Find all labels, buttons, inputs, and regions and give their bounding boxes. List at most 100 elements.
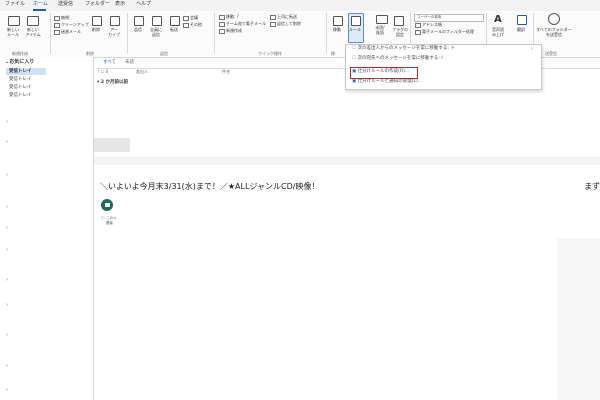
message-subject: ＼いよいよ今月末3/31(水)まで！／★ALLジャンルCD/映像！ <box>100 182 320 191</box>
message-placeholder <box>94 138 130 152</box>
filter-email-button[interactable]: 電子メールのフィルター処理 <box>415 29 474 35</box>
quickstep-icon <box>219 14 225 20</box>
read-aloud-button[interactable]: 音声読 み上げ <box>488 27 508 37</box>
reply-icon <box>134 16 144 26</box>
column-from[interactable]: 差出人 <box>136 69 148 75</box>
categorize-button[interactable] <box>394 16 404 26</box>
move-button[interactable]: 移動 <box>329 27 345 32</box>
folder-item-inbox[interactable]: 受信トレイ <box>9 69 32 75</box>
delete-icon <box>92 16 102 26</box>
unread-read-button[interactable]: 未読/ 既読 <box>368 25 392 35</box>
ribbon-separator <box>214 13 215 54</box>
chevron-right-icon[interactable]: › <box>6 277 8 283</box>
folder-item-inbox[interactable]: 受信トレイ <box>9 85 32 91</box>
column-subject[interactable]: 件名 <box>222 69 230 75</box>
quickstep-icon <box>219 28 225 34</box>
menu-item-create-rule[interactable]: ▣ 仕分けルールの作成(R)... <box>352 69 409 75</box>
chevron-right-icon[interactable]: › <box>6 332 8 338</box>
quickstep-new[interactable]: 新規作成 <box>219 28 242 34</box>
quickstep-reply-delete[interactable]: 返信して削除 <box>270 21 301 27</box>
quickstep-icon <box>270 14 276 20</box>
forward-button[interactable]: 転送 <box>166 27 182 32</box>
tab-home[interactable]: ホーム <box>33 1 48 8</box>
chevron-right-icon[interactable]: › <box>6 225 8 231</box>
new-item-icon <box>27 16 39 26</box>
chevron-right-icon[interactable]: › <box>6 247 8 253</box>
ribbon-separator <box>326 13 327 54</box>
tab-file[interactable]: ファイル <box>5 1 25 8</box>
chevron-right-icon[interactable]: › <box>6 302 8 308</box>
folder-item-inbox[interactable]: 受信トレイ <box>9 93 32 99</box>
tab-view[interactable]: 表示 <box>115 1 125 8</box>
junk-button[interactable]: 迷惑メール <box>54 29 81 35</box>
chevron-right-icon[interactable]: › <box>6 204 8 210</box>
info-icon: ⓘ <box>101 216 105 220</box>
filter-icon <box>415 29 421 35</box>
quickstep-icon <box>270 21 276 27</box>
archive-icon <box>110 16 120 26</box>
column-icons: ! ☐ 0 <box>98 69 109 74</box>
favorites-header[interactable]: ⌄お気に入り <box>5 59 34 65</box>
reply-all-button[interactable]: 全員に 返信 <box>147 27 165 37</box>
quickstep-forward-manager[interactable]: 上司に転送 <box>270 14 297 20</box>
reading-pane-side <box>557 238 600 400</box>
tab-folder[interactable]: フォルダー <box>85 1 110 8</box>
info-text-2: 基者 <box>106 221 113 225</box>
meeting-icon <box>183 15 189 21</box>
chevron-right-icon[interactable]: › <box>6 172 8 178</box>
avatar-icon <box>104 203 110 207</box>
menu-item-move-to-recipient[interactable]: ☐ 次の宛先へのメッセージを常に移動する: I <box>352 56 443 62</box>
ignore-button[interactable]: 無視 <box>54 15 69 21</box>
junk-icon <box>54 29 60 35</box>
quickstep-move[interactable]: 移動: ? <box>219 14 239 20</box>
rules-button[interactable]: ルール <box>346 27 364 32</box>
reply-button[interactable]: 返信 <box>130 27 146 32</box>
quickstep-icon <box>219 21 225 27</box>
rules-dropdown-menu: ☐ 次の差出人からのメッセージを常に移動する: ト › ☐ 次の宛先へのメッセー… <box>345 44 542 90</box>
read-aloud-icon: A <box>494 14 502 25</box>
delete-button[interactable]: 削除 <box>88 27 104 32</box>
move-icon <box>333 16 343 26</box>
cleanup-icon <box>54 22 60 28</box>
send-receive-all-button[interactable]: すべてのフォルダー を送受信 <box>535 27 573 37</box>
ribbon-separator <box>50 13 51 54</box>
new-item-button[interactable]: 新しい アイテム <box>22 27 44 37</box>
cleanup-button[interactable]: クリーンアップ <box>54 22 89 28</box>
ignore-icon <box>54 15 60 21</box>
translate-icon <box>517 15 527 25</box>
archive-button[interactable]: アー カイブ <box>105 27 123 37</box>
chevron-right-icon[interactable]: › <box>6 119 8 125</box>
message-subject-overflow: まずに <box>584 182 600 191</box>
chevron-right-icon[interactable]: › <box>6 139 8 145</box>
followup-button[interactable]: フラグの 設定 <box>390 27 410 37</box>
send-receive-icon <box>548 13 560 25</box>
more-respond-button[interactable]: その他 <box>183 22 202 28</box>
filter-unread-tab[interactable]: 未読 <box>125 59 134 65</box>
unread-read-icon <box>376 15 388 24</box>
folder-item-inbox[interactable]: 受信トレイ <box>9 77 32 83</box>
chevron-right-icon[interactable]: › <box>6 387 8 393</box>
chevron-right-icon[interactable]: › <box>6 363 8 369</box>
ribbon-tab-bar: ファイル ホーム 送受信 フォルダー 表示 ヘルプ <box>0 0 600 11</box>
reading-pane-header-band <box>94 157 600 165</box>
reply-all-icon <box>152 16 162 26</box>
quickstep-team-email[interactable]: チーム宛て電子メール <box>219 21 266 27</box>
folder-pane: ⌄お気に入り 受信トレイ 受信トレイ 受信トレイ 受信トレイ › › › › ›… <box>0 57 94 400</box>
search-people-input[interactable]: ユーザーの検索 <box>414 14 484 22</box>
new-mail-icon <box>8 16 20 26</box>
translate-button[interactable]: 翻訳 <box>512 27 530 32</box>
tab-help[interactable]: ヘルプ <box>136 1 151 8</box>
new-mail-button[interactable]: 新しい メール <box>3 27 23 37</box>
more-icon <box>183 22 189 28</box>
filter-all-tab[interactable]: すべて <box>103 59 116 65</box>
ribbon-separator <box>127 13 128 54</box>
forward-icon <box>170 16 180 26</box>
menu-item-move-from-sender[interactable]: ☐ 次の差出人からのメッセージを常に移動する: ト <box>352 46 455 52</box>
chevron-right-icon: › <box>531 46 533 52</box>
address-book-button[interactable]: アドレス帳 <box>415 22 442 28</box>
tab-send-receive[interactable]: 送受信 <box>58 1 73 8</box>
group-header[interactable]: ▾ 2 か月前以前 <box>97 79 128 85</box>
menu-item-manage-rules[interactable]: ▣ 仕分けルールと通知の管理(L)... <box>352 79 422 85</box>
meeting-button[interactable]: 会議 <box>183 15 198 21</box>
address-book-icon <box>415 22 421 28</box>
